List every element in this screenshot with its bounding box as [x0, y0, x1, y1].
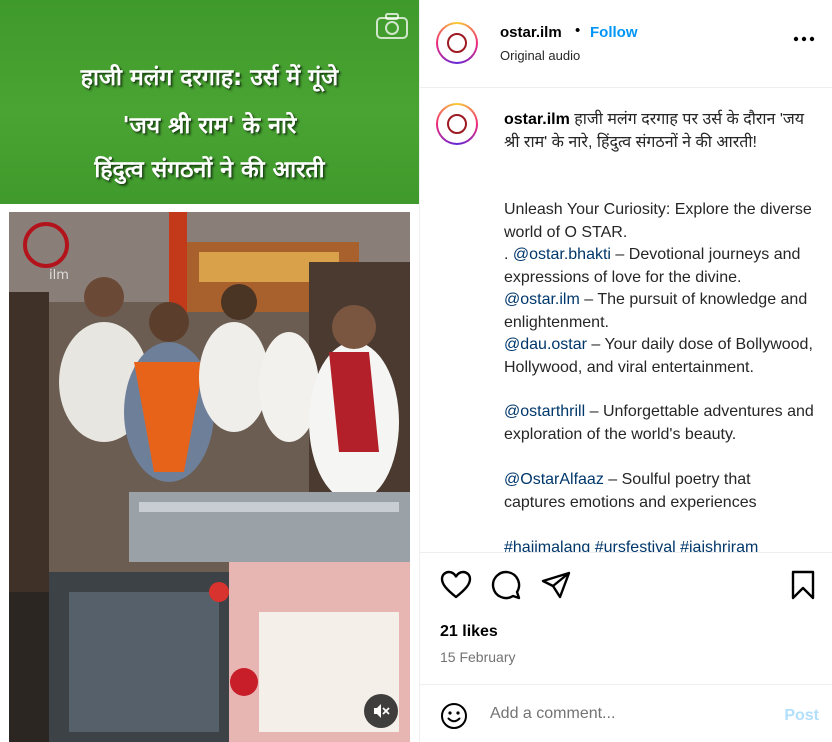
- title-banner: हाजी मलंग दरगाह: उर्स में गूंजे 'जय श्री…: [0, 0, 419, 204]
- post-panel: ostar.ilm • Follow Original audio ostar.…: [419, 0, 832, 742]
- mention-link[interactable]: @OstarAlfaaz: [504, 471, 604, 488]
- separator-dot: •: [575, 22, 581, 39]
- banner-line-1: हाजी मलंग दरगाह: उर्स में गूंजे: [80, 65, 339, 91]
- caption-intro: Unleash Your Curiosity: Explore the dive…: [504, 201, 812, 241]
- hashtags[interactable]: #hajimalang #ursfestival #jaishriram: [504, 537, 814, 552]
- caption-avatar[interactable]: [436, 103, 478, 145]
- watermark-logo: [23, 222, 69, 268]
- caption-entry: @dau.ostar – Your daily dose of Bollywoo…: [504, 334, 814, 379]
- avatar[interactable]: [436, 22, 478, 64]
- follow-button[interactable]: Follow: [590, 24, 638, 41]
- caption-headline: ostar.ilm हाजी मलंग दरगाह पर उर्स के दौर…: [504, 109, 814, 154]
- banner-line-2: 'जय श्री राम' के नारे: [122, 113, 297, 139]
- avatar-logo-ring: [447, 114, 467, 134]
- post-comment-button[interactable]: Post: [784, 707, 819, 725]
- watermark-text: ilm: [49, 268, 69, 283]
- mention-link[interactable]: @ostar.ilm: [504, 291, 580, 308]
- header-username[interactable]: ostar.ilm: [500, 24, 562, 41]
- caption-prefix: .: [504, 246, 513, 263]
- heart-icon[interactable]: [440, 569, 472, 601]
- share-icon[interactable]: [540, 569, 572, 601]
- mention-link[interactable]: @dau.ostar: [504, 336, 587, 353]
- camera-icon: [376, 13, 408, 39]
- banner-line-3: हिंदुत्व संगठनों ने की आरती: [94, 157, 325, 183]
- speaker-muted-icon: [374, 704, 390, 718]
- avatar-inner: [438, 24, 476, 62]
- caption-entry: . @ostar.bhakti – Devotional journeys an…: [504, 244, 814, 289]
- likes-count[interactable]: 21 likes: [440, 623, 498, 641]
- comment-bar: Post: [420, 684, 832, 742]
- caption-entry: @OstarAlfaaz – Soulful poetry that captu…: [504, 469, 814, 514]
- caption-username[interactable]: ostar.ilm: [504, 111, 570, 128]
- mute-button[interactable]: [364, 694, 398, 728]
- mention-link[interactable]: @ostar.bhakti: [513, 246, 611, 263]
- mention-link[interactable]: @ostarthrill: [504, 403, 585, 420]
- post-date[interactable]: 15 February: [440, 649, 515, 665]
- caption-area: ostar.ilm हाजी मलंग दरगाह पर उर्स के दौर…: [420, 89, 832, 552]
- bookmark-icon[interactable]: [787, 569, 819, 601]
- avatar-logo-ring: [447, 33, 467, 53]
- video-scene: [9, 212, 410, 742]
- action-bar: 21 likes 15 February: [420, 552, 832, 682]
- more-options-icon[interactable]: [793, 36, 815, 42]
- reel-media[interactable]: हाजी मलंग दरगाह: उर्स में गूंजे 'जय श्री…: [0, 0, 419, 742]
- emoji-icon[interactable]: [440, 702, 468, 730]
- comment-input[interactable]: [490, 705, 770, 723]
- comment-icon[interactable]: [490, 569, 522, 601]
- video-frame[interactable]: ilm: [9, 212, 410, 742]
- audio-label[interactable]: Original audio: [500, 48, 580, 63]
- caption-entry: @ostar.ilm – The pursuit of knowledge an…: [504, 289, 814, 334]
- avatar-inner: [438, 105, 476, 143]
- caption-entry: @ostarthrill – Unforgettable adventures …: [504, 401, 814, 446]
- post-header: ostar.ilm • Follow Original audio: [420, 0, 832, 88]
